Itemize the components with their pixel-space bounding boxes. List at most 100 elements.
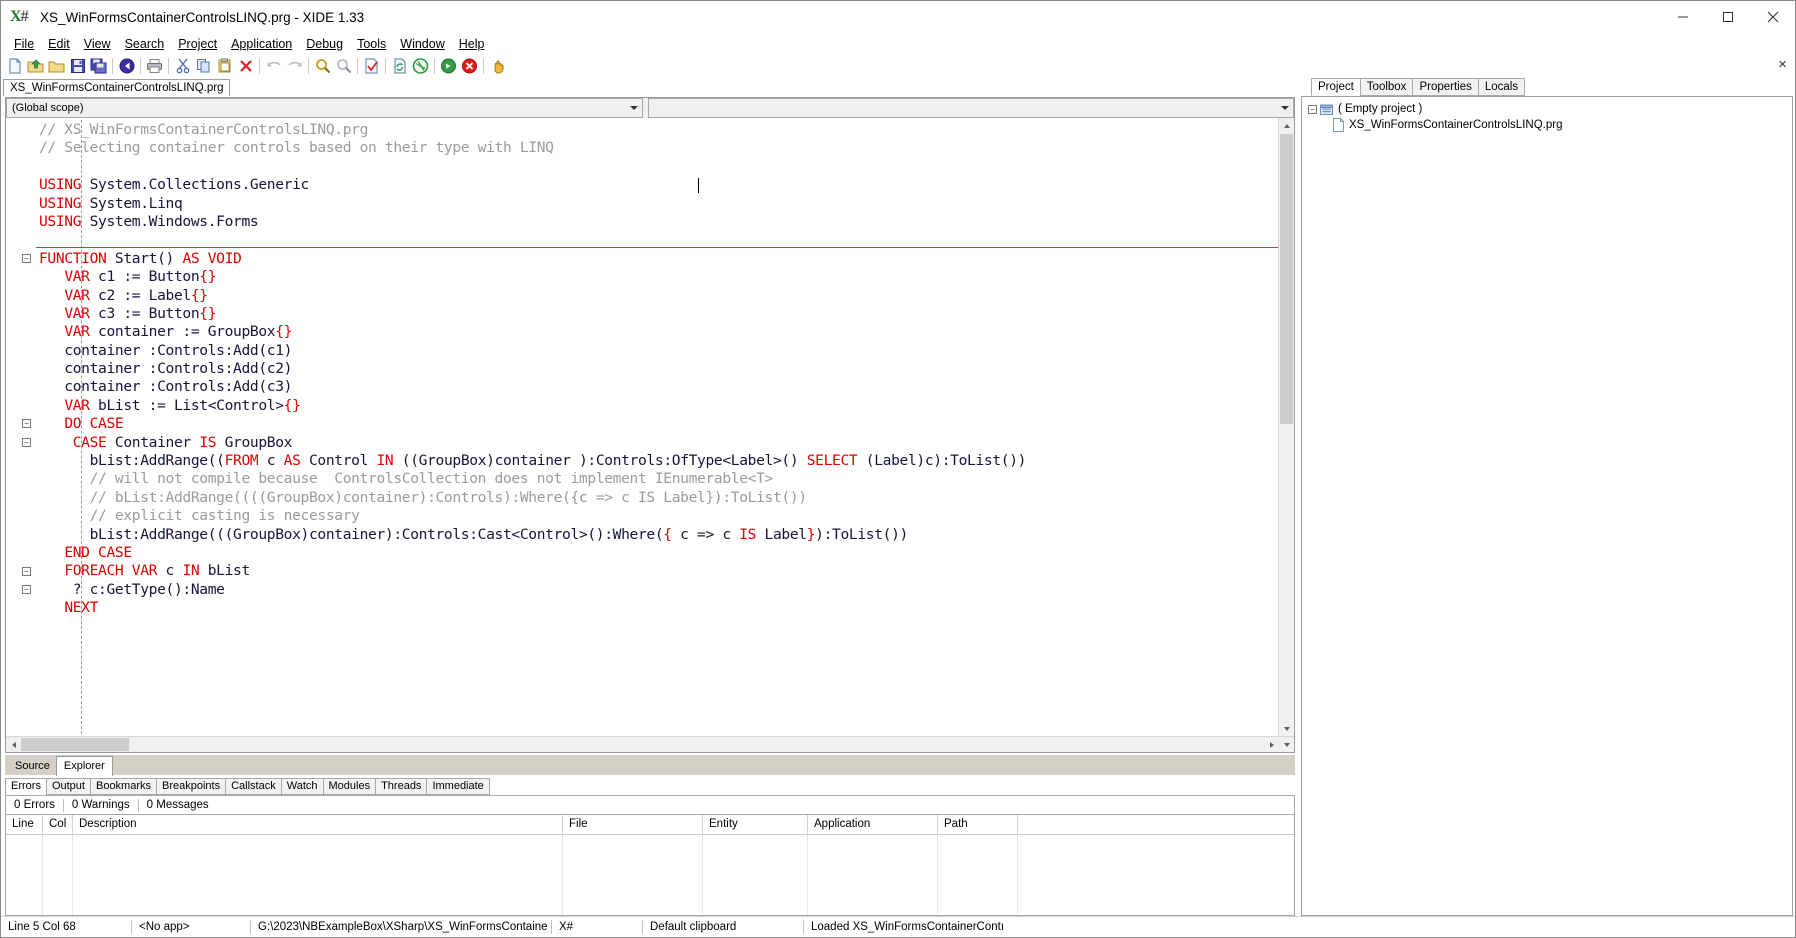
menu-debug[interactable]: Debug [299, 35, 350, 53]
member-combobox[interactable] [648, 98, 1294, 118]
dock-tab-callstack[interactable]: Callstack [225, 778, 282, 795]
code-span: (Label)c):ToList()) [857, 452, 1027, 470]
close-toolbar-button[interactable]: × [1778, 57, 1787, 73]
paste-icon[interactable] [214, 55, 235, 77]
hand-icon[interactable] [487, 55, 508, 77]
folder-icon[interactable] [46, 55, 67, 77]
vertical-scroll-thumb[interactable] [1280, 134, 1293, 424]
code-span: USING [39, 176, 82, 194]
right-tab-locals[interactable]: Locals [1477, 78, 1526, 96]
delete-x-icon[interactable] [235, 55, 256, 77]
grid-column [6, 835, 43, 915]
editor-horizontal-scrollbar[interactable] [6, 736, 1294, 752]
dock-tab-modules[interactable]: Modules [322, 778, 377, 795]
project-tree[interactable]: − ( Empty project ) XS_WinFormsContainer… [1301, 96, 1793, 916]
code-span: c [258, 452, 284, 470]
save-all-icon[interactable] [88, 55, 109, 77]
save-icon[interactable] [67, 55, 88, 77]
cut-icon[interactable] [172, 55, 193, 77]
fold-toggle-icon[interactable]: − [22, 437, 31, 447]
scroll-left-arrow-icon[interactable] [6, 737, 21, 752]
tree-expander-icon[interactable]: − [1308, 104, 1317, 114]
code-span: container :Controls:Add(c1) [39, 341, 293, 359]
code-line: // will not compile because ControlsColl… [39, 470, 1278, 488]
code-span: IS [199, 433, 217, 451]
menu-application[interactable]: Application [224, 35, 299, 53]
open-folder-green-icon[interactable] [25, 55, 46, 77]
menu-tools[interactable]: Tools [350, 35, 393, 53]
menu-help[interactable]: Help [452, 35, 492, 53]
minimize-button[interactable] [1660, 1, 1705, 34]
dock-tab-bookmarks[interactable]: Bookmarks [89, 778, 158, 795]
menu-file[interactable]: File [7, 35, 41, 53]
horizontal-scroll-thumb[interactable] [21, 738, 129, 751]
dock-tab-immediate[interactable]: Immediate [426, 778, 490, 795]
code-span: VAR [64, 304, 90, 322]
chevron-down-icon[interactable] [1276, 99, 1293, 117]
scroll-down-arrow-icon[interactable] [1279, 737, 1294, 752]
checkmark-document-icon[interactable] [361, 55, 382, 77]
run-green-icon[interactable] [438, 55, 459, 77]
fold-toggle-icon[interactable]: − [22, 585, 31, 594]
errors-grid-header: Line Col Description File Entity Application P… [6, 815, 1294, 835]
code-span: Label [756, 525, 808, 543]
tab-explorer[interactable]: Explorer [55, 756, 113, 776]
dock-tab-threads[interactable]: Threads [375, 778, 428, 795]
scroll-up-arrow-icon[interactable] [1279, 118, 1294, 133]
code-span [39, 287, 64, 304]
close-button[interactable] [1750, 1, 1795, 34]
scroll-right-arrow-icon[interactable] [1264, 737, 1279, 752]
editor-vertical-scrollbar[interactable] [1278, 118, 1294, 736]
fold-toggle-icon[interactable]: − [22, 419, 31, 429]
copy-icon[interactable] [193, 55, 214, 77]
grid-column [43, 835, 73, 915]
find-replace-icon[interactable] [333, 55, 354, 77]
right-tab-project[interactable]: Project [1311, 78, 1361, 96]
scroll-down-arrow-icon[interactable] [1279, 721, 1294, 736]
fold-toggle-icon[interactable]: − [22, 566, 31, 576]
grid-column-header[interactable]: Path [938, 815, 1018, 834]
scope-combobox[interactable]: (Global scope) [6, 98, 643, 118]
horizontal-scroll-track[interactable] [129, 737, 1264, 752]
fold-toggle-icon[interactable]: − [22, 253, 31, 263]
maximize-button[interactable] [1705, 1, 1750, 34]
refresh-document-icon[interactable] [389, 55, 410, 77]
back-arrow-icon[interactable] [116, 55, 137, 77]
dock-tab-output[interactable]: Output [45, 778, 91, 795]
menu-search[interactable]: Search [118, 35, 172, 53]
dock-tab-errors[interactable]: Errors [5, 778, 47, 795]
tab-source[interactable]: Source [9, 758, 56, 775]
messages-count[interactable]: 0 Messages [139, 799, 217, 811]
chevron-down-icon[interactable] [625, 99, 642, 117]
code-span: // explicit casting is necessary [39, 507, 360, 525]
source-code-text[interactable]: // XS_WinFormsContainerControlsLINQ.prg /… [36, 121, 1278, 618]
bottom-dock-panel: Errors Output Bookmarks Breakpoints Callstac… [5, 778, 1295, 916]
grid-column-header[interactable]: Application [808, 815, 938, 834]
dock-tab-breakpoints[interactable]: Breakpoints [156, 778, 227, 795]
window-controls [1660, 1, 1795, 34]
find-icon[interactable] [312, 55, 333, 77]
stop-red-icon[interactable] [459, 55, 480, 77]
grid-column-header[interactable]: Col [43, 815, 73, 834]
globe-icon[interactable] [410, 55, 431, 77]
document-tab-prg[interactable]: XS_WinFormsContainerControlsLINQ.prg [3, 79, 231, 96]
grid-column-header[interactable]: Description [73, 815, 563, 834]
menu-project[interactable]: Project [171, 35, 224, 53]
code-scroll-region[interactable]: // XS_WinFormsContainerControlsLINQ.prg /… [36, 118, 1278, 736]
right-tab-toolbox[interactable]: Toolbox [1359, 78, 1414, 96]
new-file-icon[interactable] [4, 55, 25, 77]
warnings-count[interactable]: 0 Warnings [64, 799, 138, 811]
grid-column-header[interactable]: File [563, 815, 703, 834]
grid-column-header[interactable]: Line [6, 815, 43, 834]
errors-count[interactable]: 0 Errors [6, 799, 63, 811]
errors-grid-body[interactable] [6, 835, 1294, 915]
grid-column-header[interactable]: Entity [703, 815, 808, 834]
tree-row[interactable]: − ( Empty project ) [1302, 101, 1792, 117]
menu-edit[interactable]: Edit [41, 35, 77, 53]
right-tab-properties[interactable]: Properties [1412, 78, 1479, 96]
menu-view[interactable]: View [77, 35, 118, 53]
print-icon[interactable] [144, 55, 165, 77]
menu-window[interactable]: Window [393, 35, 451, 53]
tree-row[interactable]: XS_WinFormsContainerControlsLINQ.prg [1302, 117, 1792, 133]
dock-tab-watch[interactable]: Watch [280, 778, 324, 795]
